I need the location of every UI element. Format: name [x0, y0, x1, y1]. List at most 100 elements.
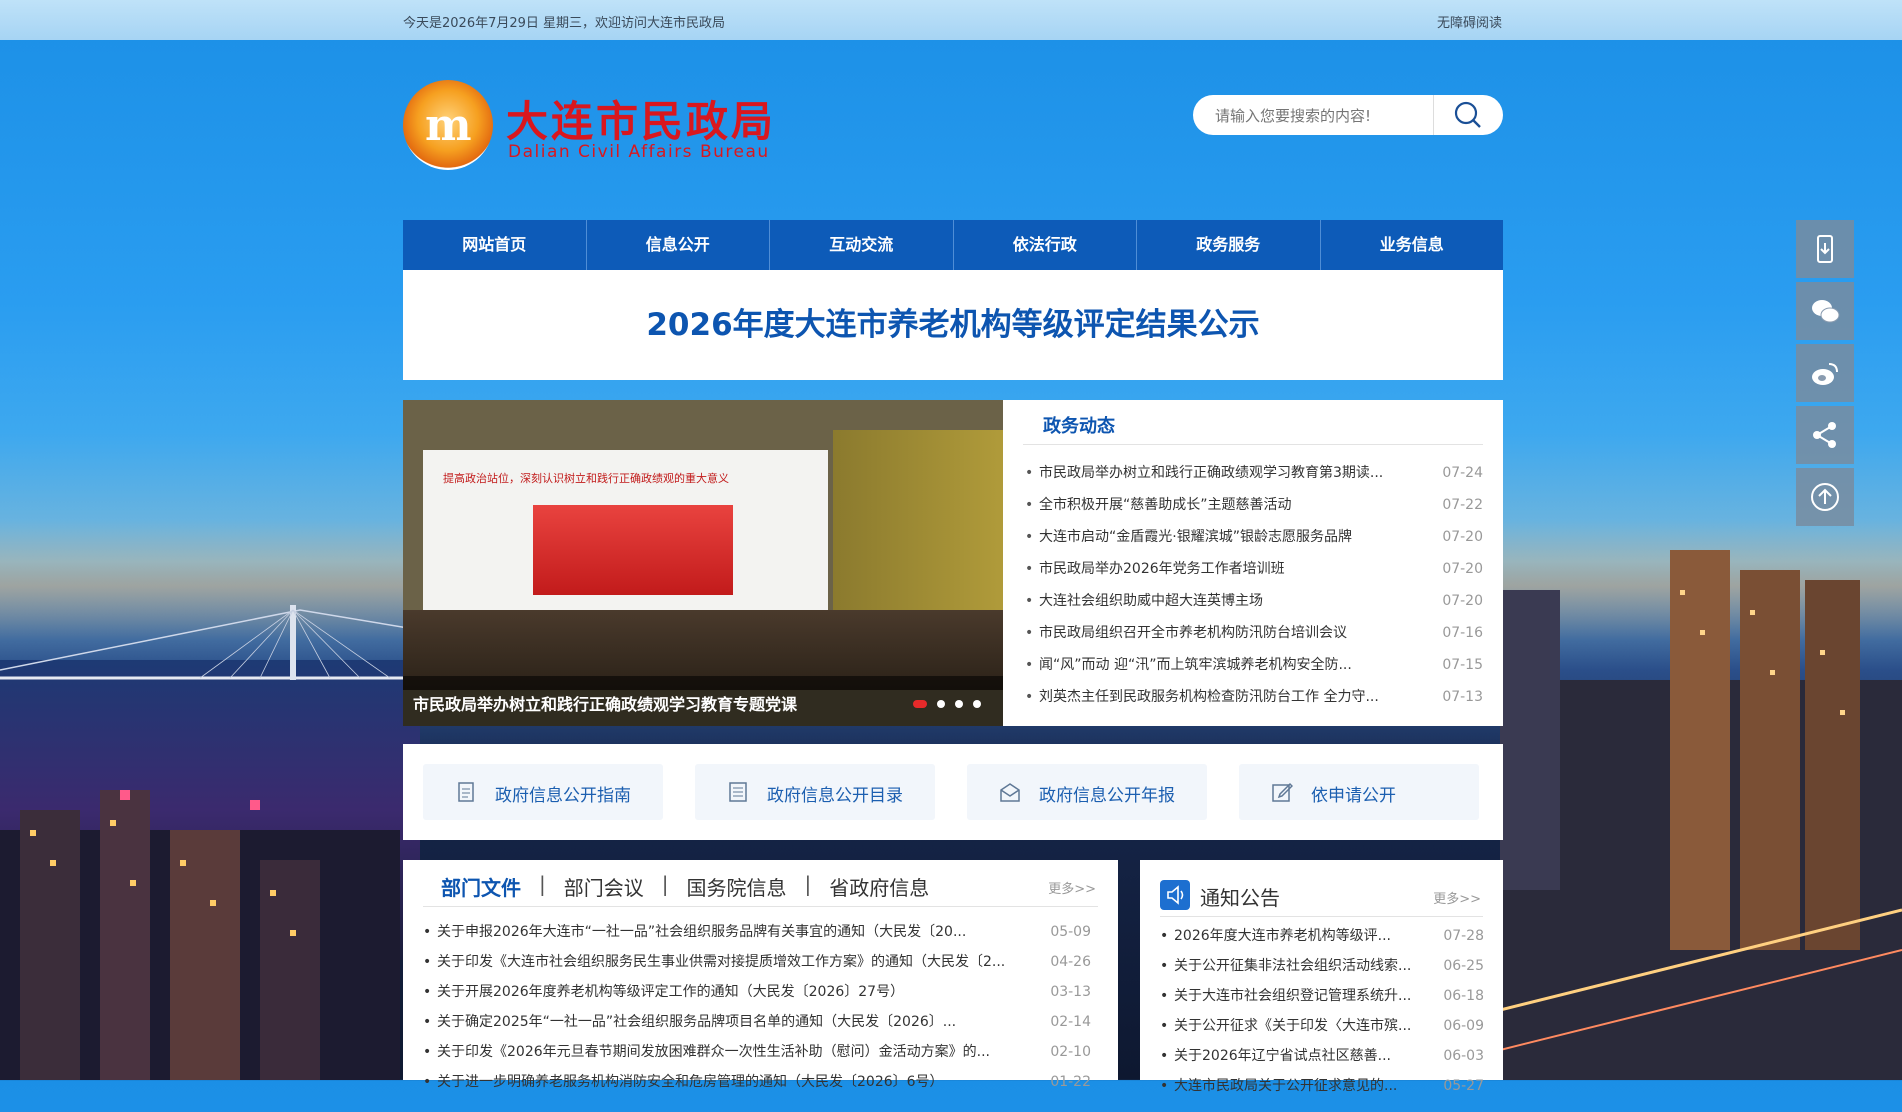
- headline-banner: 2026年度大连市养老机构等级评定结果公示: [403, 270, 1503, 380]
- news-title: 全市积极开展“慈善助成长”主题慈善活动: [1039, 497, 1292, 513]
- list-item[interactable]: 大连市启动“金盾霞光·银耀滨城”银龄志愿服务品牌 07-20: [1023, 521, 1493, 553]
- news-title: 刘英杰主任到民政服务机构检查防汛防台工作 全力守...: [1039, 689, 1379, 705]
- list-item[interactable]: 关于进一步明确养老服务机构消防安全和危房管理的通知（大民发〔2026〕6号） 01…: [423, 1067, 1103, 1097]
- slider-dot-3[interactable]: [955, 700, 963, 708]
- tab-state-council-info[interactable]: 国务院信息: [687, 872, 787, 901]
- quick-link-disclosure-guide[interactable]: 政府信息公开指南: [423, 764, 663, 820]
- news-title: 大连市启动“金盾霞光·银耀滨城”银龄志愿服务品牌: [1039, 529, 1352, 545]
- document-date: 03-13: [1050, 984, 1091, 1000]
- search-button[interactable]: [1433, 95, 1503, 135]
- quick-link-label: 政府信息公开指南: [495, 786, 631, 806]
- quick-link-apply-disclosure[interactable]: 依申请公开: [1239, 764, 1479, 820]
- list-item[interactable]: 关于开展2026年度养老机构等级评定工作的通知（大民发〔2026〕27号） 03-…: [423, 977, 1103, 1007]
- nav-business-info[interactable]: 业务信息: [1321, 220, 1504, 270]
- photo-slider[interactable]: 提高政治站位，深刻认识树立和践行正确政绩观的重大意义 市民政局举办树立和践行正确…: [403, 400, 1003, 726]
- list-item[interactable]: 关于公开征求《关于印发〈大连市殡... 06-09: [1160, 1011, 1490, 1041]
- wechat-button[interactable]: [1796, 282, 1854, 340]
- tab-department-meetings[interactable]: 部门会议: [564, 872, 644, 901]
- news-date: 07-20: [1442, 593, 1483, 609]
- slider-dot-4[interactable]: [973, 700, 981, 708]
- top-bar: 今天是2026年7月29日 星期三，欢迎访问大连市民政局 无障碍阅读: [0, 0, 1902, 40]
- list-item[interactable]: 市民政局举办树立和践行正确政绩观学习教育第3期读... 07-24: [1023, 457, 1493, 489]
- list-item[interactable]: 全市积极开展“慈善助成长”主题慈善活动 07-22: [1023, 489, 1493, 521]
- nav-home[interactable]: 网站首页: [403, 220, 587, 270]
- document-date: 02-14: [1050, 1014, 1091, 1030]
- news-date: 07-24: [1442, 465, 1483, 481]
- document-date: 02-10: [1050, 1044, 1091, 1060]
- quick-links-bar: 政府信息公开指南 政府信息公开目录 政府信息公开年报 依申请公开: [403, 744, 1503, 840]
- news-date: 07-20: [1442, 529, 1483, 545]
- wechat-icon: [1812, 300, 1840, 323]
- news-title: 闻“风”而动 迎“汛”而上筑牢滨城养老机构安全防...: [1039, 657, 1352, 673]
- slide-caption[interactable]: 市民政局举办树立和践行正确政绩观学习教育专题党课: [413, 691, 797, 715]
- list-item[interactable]: 关于印发《2026年元旦春节期间发放困难群众一次性生活补助（慰问）金活动方案》的…: [423, 1037, 1103, 1067]
- notices-title[interactable]: 通知公告: [1200, 882, 1280, 911]
- notices-more-link[interactable]: 更多>>: [1433, 888, 1481, 907]
- list-item[interactable]: 关于2026年辽宁省试点社区慈善... 06-03: [1160, 1041, 1490, 1071]
- slider-dot-1[interactable]: [913, 700, 927, 708]
- notices-list: 2026年度大连市养老机构等级评... 07-28 关于公开征集非法社会组织活动线…: [1160, 921, 1490, 1101]
- list-item[interactable]: 关于公开征集非法社会组织活动线索... 06-25: [1160, 951, 1490, 981]
- document-title: 关于印发《2026年元旦春节期间发放困难群众一次性生活补助（慰问）金活动方案》的…: [437, 1044, 990, 1060]
- divider: [1023, 444, 1483, 445]
- catalog-list-icon: [729, 782, 747, 802]
- nav-government-service[interactable]: 政务服务: [1137, 220, 1321, 270]
- accessibility-reading-link[interactable]: 无障碍阅读: [1437, 12, 1502, 31]
- edit-application-icon: [1272, 782, 1293, 802]
- government-news-list: 市民政局举办树立和践行正确政绩观学习教育第3期读... 07-24 全市积极开展“…: [1023, 457, 1493, 713]
- list-item[interactable]: 关于大连市社会组织登记管理系统升... 06-18: [1160, 981, 1490, 1011]
- nav-law-administration[interactable]: 依法行政: [954, 220, 1137, 270]
- quick-link-annual-report[interactable]: 政府信息公开年报: [967, 764, 1207, 820]
- quick-link-label: 依申请公开: [1311, 786, 1396, 806]
- list-item[interactable]: 大连社会组织助威中超大连英博主场 07-20: [1023, 585, 1493, 617]
- list-item[interactable]: 大连市民政局关于公开征求意见的... 05-27: [1160, 1071, 1490, 1101]
- notice-title: 关于2026年辽宁省试点社区慈善...: [1174, 1048, 1391, 1064]
- slider-dot-2[interactable]: [937, 700, 945, 708]
- notice-title: 关于公开征求《关于印发〈大连市殡...: [1174, 1018, 1412, 1034]
- document-title: 关于申报2026年大连市“一社一品”社会组织服务品牌有关事宜的通知（大民发〔20…: [437, 924, 967, 940]
- list-item[interactable]: 2026年度大连市养老机构等级评... 07-28: [1160, 921, 1490, 951]
- slide-photo-red-flags: [533, 505, 733, 595]
- slide-screen-title: 提高政治站位，深刻认识树立和践行正确政绩观的重大意义: [443, 472, 729, 485]
- news-title: 市民政局举办树立和践行正确政绩观学习教育第3期读...: [1039, 465, 1384, 481]
- tab-separator: |: [661, 872, 669, 896]
- tab-provincial-government-info[interactable]: 省政府信息: [829, 872, 929, 901]
- list-item[interactable]: 关于印发《大连市社会组织服务民生事业供需对接提质增效工作方案》的通知（大民发〔2…: [423, 947, 1103, 977]
- weibo-button[interactable]: [1796, 344, 1854, 402]
- news-date: 07-22: [1442, 497, 1483, 513]
- list-item[interactable]: 关于申报2026年大连市“一社一品”社会组织服务品牌有关事宜的通知（大民发〔20…: [423, 917, 1103, 947]
- nav-info-disclosure[interactable]: 信息公开: [587, 220, 770, 270]
- guide-document-icon: [458, 782, 474, 802]
- mobile-app-icon: [1817, 235, 1833, 263]
- notice-title: 大连市民政局关于公开征求意见的...: [1174, 1078, 1398, 1094]
- list-item[interactable]: 关于确定2025年“一社一品”社会组织服务品牌项目名单的通知（大民发〔2026〕…: [423, 1007, 1103, 1037]
- slider-dots: [913, 700, 981, 708]
- search-box: [1193, 95, 1503, 135]
- documents-list: 关于申报2026年大连市“一社一品”社会组织服务品牌有关事宜的通知（大民发〔20…: [423, 917, 1103, 1097]
- logo-name-en: Dalian Civil Affairs Bureau: [508, 142, 770, 162]
- divider: [423, 906, 1098, 907]
- search-input[interactable]: [1213, 95, 1457, 135]
- share-button[interactable]: [1796, 406, 1854, 464]
- notice-date: 05-27: [1443, 1078, 1484, 1094]
- government-news-title[interactable]: 政务动态: [1043, 412, 1115, 438]
- document-date: 05-09: [1050, 924, 1091, 940]
- documents-more-link[interactable]: 更多>>: [1048, 878, 1096, 897]
- documents-tabs: 部门文件 | 部门会议 | 国务院信息 | 省政府信息: [441, 872, 929, 901]
- notice-date: 06-25: [1443, 958, 1484, 974]
- tab-separator: |: [804, 872, 812, 896]
- mobile-app-button[interactable]: [1796, 220, 1854, 278]
- nav-interaction[interactable]: 互动交流: [770, 220, 954, 270]
- list-item[interactable]: 市民政局举办2026年党务工作者培训班 07-20: [1023, 553, 1493, 585]
- list-item[interactable]: 刘英杰主任到民政服务机构检查防汛防台工作 全力守... 07-13: [1023, 681, 1493, 713]
- site-logo[interactable]: m 大连市民政局 Dalian Civil Affairs Bureau: [403, 80, 783, 174]
- speaker-icon: [1160, 880, 1190, 910]
- list-item[interactable]: 闻“风”而动 迎“汛”而上筑牢滨城养老机构安全防... 07-15: [1023, 649, 1493, 681]
- tab-separator: |: [539, 872, 546, 896]
- list-item[interactable]: 市民政局组织召开全市养老机构防汛防台培训会议 07-16: [1023, 617, 1493, 649]
- search-icon: [1454, 101, 1481, 128]
- quick-link-disclosure-catalog[interactable]: 政府信息公开目录: [695, 764, 935, 820]
- back-to-top-button[interactable]: [1796, 468, 1854, 526]
- headline-link[interactable]: 2026年度大连市养老机构等级评定结果公示: [403, 270, 1503, 380]
- tab-department-documents[interactable]: 部门文件: [441, 872, 521, 901]
